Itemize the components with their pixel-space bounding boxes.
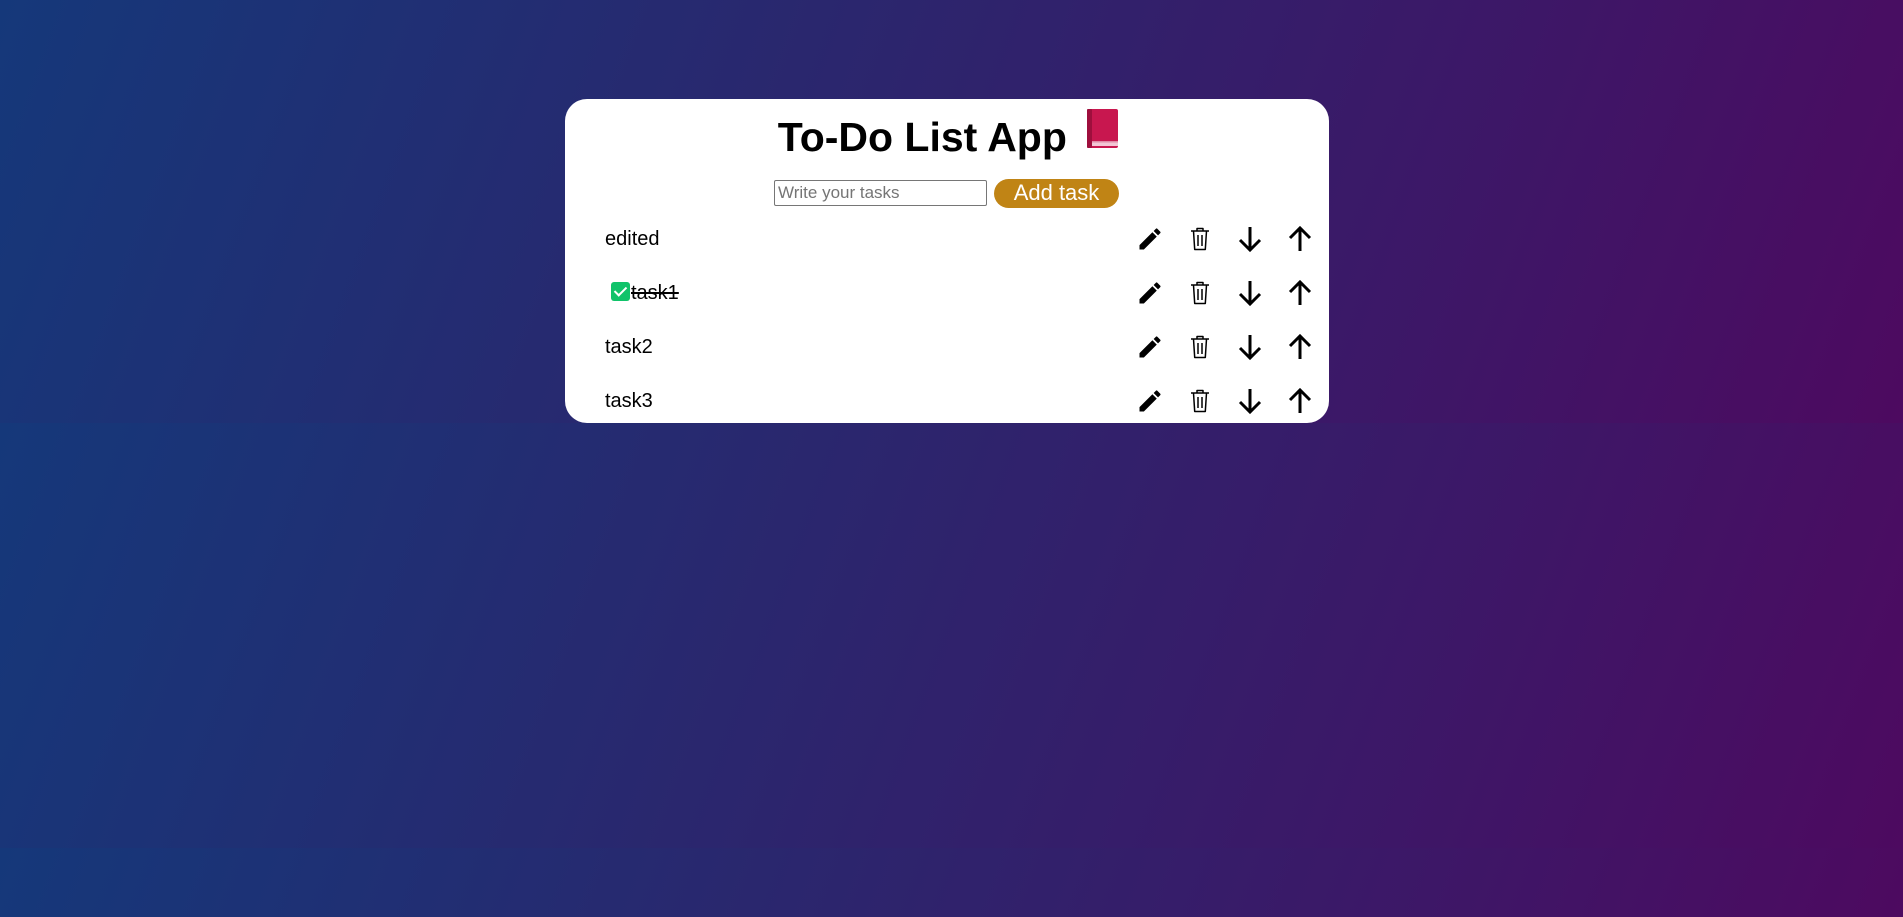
closed-book-icon [1084, 106, 1120, 166]
task-item: task3 [565, 374, 1329, 428]
task-actions [1125, 212, 1325, 266]
move-down-button[interactable] [1225, 320, 1275, 374]
arrow-up-icon [1288, 279, 1312, 305]
trash-icon [1191, 335, 1209, 359]
edit-button[interactable] [1125, 266, 1175, 320]
checkmark-icon[interactable] [611, 282, 630, 302]
pencil-icon [1139, 282, 1161, 304]
move-down-button[interactable] [1225, 266, 1275, 320]
arrow-down-icon [1238, 227, 1262, 253]
edit-button[interactable] [1125, 374, 1175, 428]
pencil-icon [1139, 228, 1161, 250]
move-up-button[interactable] [1275, 374, 1325, 428]
todo-card: To-Do List App Add task edited [565, 99, 1329, 423]
move-up-button[interactable] [1275, 212, 1325, 266]
trash-icon [1191, 227, 1209, 251]
task-actions [1125, 320, 1325, 374]
task-text[interactable]: task3 [605, 374, 653, 428]
task-list: edited task1 task2 task3 [565, 212, 1329, 428]
task-text[interactable]: edited [605, 212, 660, 266]
app-header: To-Do List App [565, 107, 1331, 170]
arrow-down-icon [1238, 281, 1262, 307]
arrow-up-icon [1288, 225, 1312, 251]
arrow-up-icon [1288, 333, 1312, 359]
delete-button[interactable] [1175, 320, 1225, 374]
task-actions [1125, 374, 1325, 428]
trash-icon [1191, 389, 1209, 413]
background-bottom [0, 848, 1903, 917]
task-input[interactable] [774, 180, 987, 206]
move-up-button[interactable] [1275, 320, 1325, 374]
edit-button[interactable] [1125, 212, 1175, 266]
add-task-form: Add task [774, 178, 1119, 208]
delete-button[interactable] [1175, 266, 1225, 320]
pencil-icon [1139, 336, 1161, 358]
move-down-button[interactable] [1225, 212, 1275, 266]
move-up-button[interactable] [1275, 266, 1325, 320]
add-task-button[interactable]: Add task [994, 178, 1119, 208]
arrow-up-icon [1288, 387, 1312, 413]
pencil-icon [1139, 390, 1161, 412]
edit-button[interactable] [1125, 320, 1175, 374]
task-item: edited [565, 212, 1329, 266]
arrow-down-icon [1238, 389, 1262, 415]
background-middle [0, 423, 1903, 848]
trash-icon [1191, 281, 1209, 305]
app-title: To-Do List App [777, 114, 1067, 160]
arrow-down-icon [1238, 335, 1262, 361]
task-item: task2 [565, 320, 1329, 374]
task-text-completed[interactable]: task1 [605, 266, 679, 320]
task-item: task1 [565, 266, 1329, 320]
move-down-button[interactable] [1225, 374, 1275, 428]
delete-button[interactable] [1175, 374, 1225, 428]
task-actions [1125, 266, 1325, 320]
task-text[interactable]: task2 [605, 320, 653, 374]
delete-button[interactable] [1175, 212, 1225, 266]
task-label: task1 [631, 282, 679, 304]
